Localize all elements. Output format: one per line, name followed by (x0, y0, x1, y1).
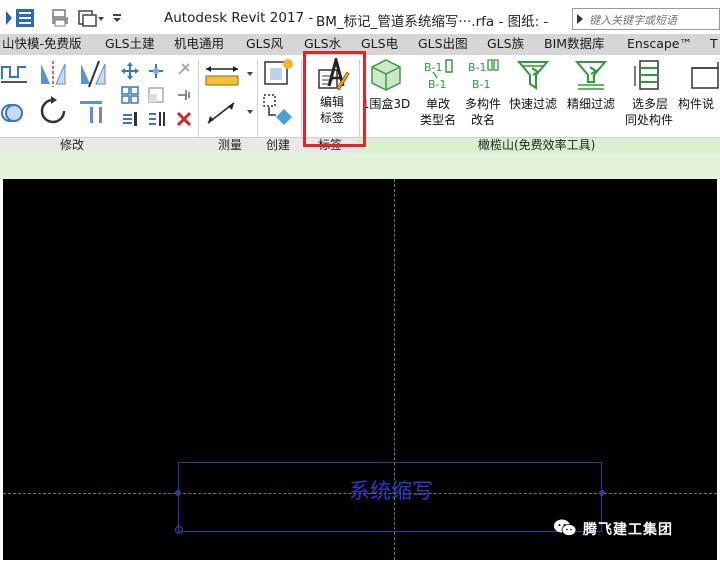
drawing-canvas[interactable]: 系统缩写 (3, 179, 717, 560)
fine-filter-label[interactable]: 精细过滤 (563, 97, 619, 112)
create-group-icon[interactable] (262, 93, 296, 127)
search-box[interactable] (572, 8, 720, 31)
create-component-icon[interactable] (262, 58, 296, 88)
fine-filter-icon[interactable] (574, 58, 608, 92)
bm-text: B-1 (428, 78, 447, 91)
list-view-icon[interactable] (14, 7, 36, 29)
quick-filter-label[interactable]: 快速过滤 (505, 97, 561, 112)
document-title: BM_标记_管道系统缩写···.rfa - 图纸: - (316, 14, 549, 30)
scale-icon[interactable] (146, 85, 166, 105)
move-icon[interactable] (120, 61, 140, 81)
tab-gls-family[interactable]: GLS族 (487, 34, 524, 55)
tab-gls-electrical[interactable]: GLS电 (361, 34, 398, 55)
multi-floor-line1[interactable]: 选多层 (622, 97, 678, 112)
tab-ganlanshan[interactable]: 山快模-免费版 (2, 34, 82, 55)
array-icon[interactable] (120, 85, 140, 105)
dropdown-arrow-icon[interactable] (245, 107, 255, 117)
measure-distance-icon[interactable] (204, 61, 244, 89)
multi-floor-select-icon[interactable] (632, 58, 666, 92)
panel-label-create[interactable]: 创建 (266, 138, 290, 154)
app-title: Autodesk Revit 2017 - (164, 10, 314, 26)
pin-disabled-icon[interactable] (174, 59, 194, 79)
dropdown-arrow-icon[interactable] (96, 7, 106, 29)
multi-change-line2[interactable]: 改名 (459, 113, 507, 128)
panel-label-modify[interactable]: 修改 (60, 138, 84, 154)
multi-floor-line2[interactable]: 同处构件 (620, 113, 678, 128)
wechat-logo-icon (554, 519, 577, 536)
single-change-line1[interactable]: 单改 (416, 97, 460, 112)
quick-filter-icon[interactable] (516, 58, 550, 92)
panel-label-ganlanshan[interactable]: 橄榄山(免费效率工具) (478, 138, 595, 154)
dropdown-arrow-icon[interactable] (245, 69, 255, 79)
copy-icon[interactable] (146, 61, 166, 81)
multi-change-line1[interactable]: 多构件 (459, 97, 507, 112)
mirror-pick-icon[interactable] (37, 58, 69, 90)
tab-gls-hvac[interactable]: GLS风 (246, 34, 283, 55)
watermark-text: 腾飞建工集团 (583, 522, 673, 538)
panel-label-measure[interactable]: 测量 (218, 138, 242, 154)
align-icon[interactable] (0, 59, 28, 89)
edit-label-highlight (303, 51, 366, 147)
search-input[interactable] (589, 10, 719, 31)
revit-window: Autodesk Revit 2017 - BM_标记_管道系统缩写···.rf… (0, 0, 720, 565)
offset-icon[interactable] (0, 97, 28, 127)
tab-gls-drawings[interactable]: GLS出图 (418, 34, 468, 55)
component-info-icon[interactable] (688, 58, 720, 92)
rotate-icon[interactable] (37, 95, 69, 127)
label-grip-left[interactable] (175, 490, 181, 496)
split-icon[interactable] (120, 109, 140, 129)
options-bar (0, 153, 720, 179)
bm-text: B-1 (472, 78, 491, 91)
rename-type-icon[interactable]: B-1B-1 (422, 58, 456, 92)
label-text[interactable]: 系统缩写 (349, 475, 433, 505)
unpin-icon[interactable] (174, 85, 194, 105)
split-gap-icon[interactable] (146, 109, 166, 129)
label-element[interactable]: 系统缩写 (178, 462, 602, 532)
customize-icon[interactable] (110, 7, 124, 29)
tab-mep-general[interactable]: 机电通用 (174, 34, 224, 55)
print-icon[interactable] (49, 7, 71, 29)
tab-gls-civil[interactable]: GLS土建 (105, 34, 155, 55)
label-origin-icon[interactable] (174, 525, 184, 535)
trim-extend-icon[interactable] (77, 95, 109, 127)
tab-more[interactable]: T (710, 34, 718, 55)
mirror-draw-icon[interactable] (77, 58, 109, 90)
sheet-icon[interactable] (76, 7, 98, 29)
delete-icon[interactable] (174, 109, 194, 129)
tab-enscape[interactable]: Enscape™ (627, 34, 692, 55)
label-grip-right[interactable] (599, 490, 605, 496)
bm-text: B-1 (468, 61, 487, 74)
title-bar: Autodesk Revit 2017 - BM_标记_管道系统缩写···.rf… (0, 4, 720, 32)
tab-bim-database[interactable]: BIM数据库 (544, 34, 605, 55)
multi-rename-icon[interactable]: B-1B-1 (466, 58, 500, 92)
component-label[interactable]: 构件说 (678, 97, 720, 112)
search-expand-icon[interactable] (577, 14, 583, 24)
bounding-box-3d-icon[interactable] (368, 57, 404, 93)
aligned-dimension-icon[interactable] (204, 99, 244, 127)
single-change-line2[interactable]: 类型名 (416, 113, 460, 128)
